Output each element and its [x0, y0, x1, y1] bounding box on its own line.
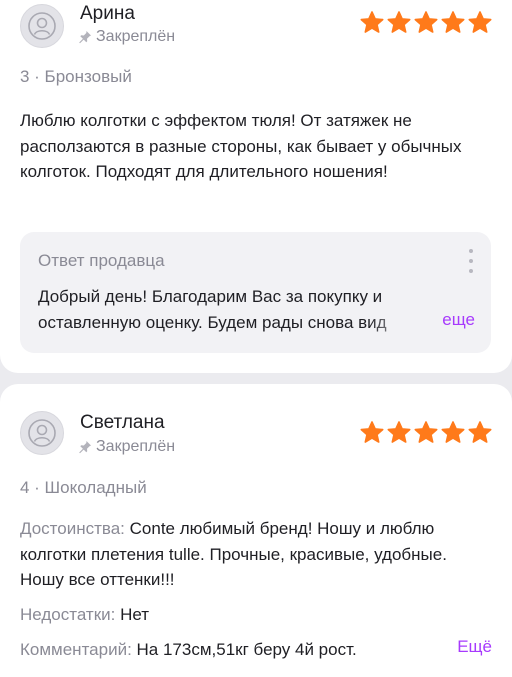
rating-stars [360, 421, 492, 444]
rating-stars [360, 11, 492, 34]
comment-label: Комментарий: [20, 640, 132, 659]
review-comment: Комментарий: На 173см,51кг беру 4й рост. [20, 637, 420, 663]
pros-label: Достоинства: [20, 519, 125, 538]
pin-icon [79, 441, 91, 454]
comment-text: На 173см,51кг беру 4й рост. [131, 640, 357, 659]
pinned-label: Закреплён [96, 28, 176, 45]
star-icon [414, 421, 438, 443]
pinned-label: Закреплён [96, 438, 176, 455]
star-icon [360, 421, 384, 443]
review-cons: Недостатки: Нет [20, 602, 490, 628]
cons-text: Нет [115, 605, 150, 624]
cons-label: Недостатки: [20, 605, 116, 624]
review-author: Арина [80, 3, 135, 24]
more-link[interactable]: Ещё [457, 637, 492, 657]
user-avatar-icon [28, 12, 56, 40]
star-icon [387, 421, 411, 443]
star-icon [441, 11, 465, 33]
seller-reply: Ответ продавца Добрый день! Благодарим В… [20, 232, 491, 353]
pin-icon [79, 31, 91, 44]
user-avatar-icon [28, 419, 56, 447]
star-icon [414, 11, 438, 33]
avatar[interactable] [20, 4, 64, 48]
pinned-badge: Закреплён [78, 438, 175, 456]
product-variant: 3 · Бронзовый [20, 67, 132, 86]
seller-reply-text: Добрый день! Благодарим Вас за покупку и… [38, 287, 387, 332]
review-card: Арина Закреплён 3 · Бронзовый Люблю колг… [0, 0, 512, 373]
star-icon [360, 11, 384, 33]
review-author: Светлана [80, 412, 165, 433]
star-icon [468, 421, 492, 443]
review-pros: Достоинства: Conte любимый бренд! Ношу и… [20, 516, 490, 593]
pinned-badge: Закреплён [78, 28, 175, 46]
star-icon [441, 421, 465, 443]
kebab-menu-icon[interactable] [467, 249, 475, 273]
review-text: Люблю колготки с эффектом тюля! От затяж… [20, 111, 462, 181]
star-icon [387, 11, 411, 33]
star-icon [468, 11, 492, 33]
reply-more-link[interactable]: еще [438, 310, 475, 330]
avatar[interactable] [20, 411, 64, 455]
review-card: Светлана Закреплён 4 · Шоколадный Достои… [0, 384, 512, 677]
seller-reply-text-wrap: Добрый день! Благодарим Вас за покупку и… [38, 284, 478, 336]
seller-reply-title: Ответ продавца [38, 251, 165, 270]
product-variant: 4 · Шоколадный [20, 478, 147, 497]
